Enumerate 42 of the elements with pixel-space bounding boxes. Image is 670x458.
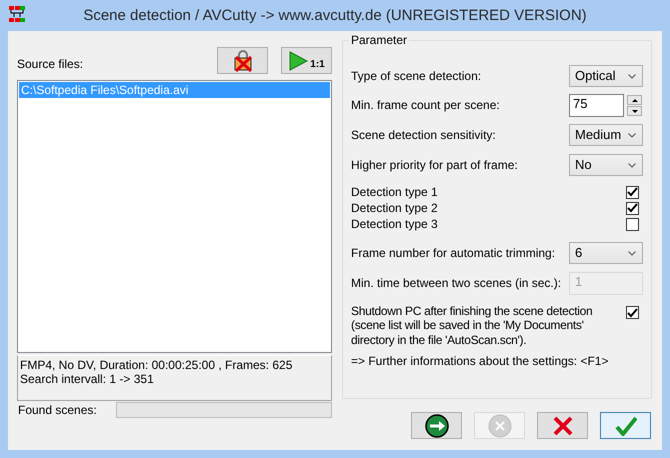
spin-up-button[interactable] (627, 95, 642, 105)
info-text: Search intervall: 1 -> 351 (20, 372, 155, 387)
dropdown[interactable]: No (569, 154, 643, 176)
checkbox[interactable] (626, 186, 639, 198)
parameter-label: Frame number for automatic trimming: (351, 246, 556, 260)
close-button[interactable] (537, 412, 588, 439)
dropdown[interactable]: 6 (569, 242, 643, 264)
parameter-label: Detection type 2 (351, 200, 438, 216)
info-text: FMP4, No DV, Duration: 00:00:25:00 , Frames: 625 (20, 358, 294, 372)
play-button[interactable]: 1:1 (281, 47, 332, 74)
play-icon (288, 50, 308, 70)
checkbox[interactable] (626, 202, 639, 214)
checkbox[interactable] (626, 306, 639, 319)
group-title: Parameter (349, 33, 410, 48)
parameter-label: Scene detection sensitivity: (351, 128, 496, 142)
parameter-label: Higher priority for part of frame: (351, 158, 518, 172)
parameter-label: Detection type 1 (351, 184, 438, 200)
down-arrow-icon (630, 108, 638, 114)
file-delete-icon (232, 50, 254, 72)
start-button[interactable] (411, 412, 462, 439)
cancel-circle-icon (488, 414, 512, 438)
source-files-label: Source files: (17, 56, 84, 71)
checkbox[interactable] (626, 218, 639, 230)
ok-button[interactable] (600, 412, 651, 439)
up-arrow-icon (630, 97, 638, 103)
arrow-circle-icon (424, 414, 448, 438)
parameter-label: Min. time between two scenes (in sec.): (351, 276, 562, 290)
parameter-label: Min. frame count per scene: (351, 98, 500, 113)
close-icon (552, 416, 572, 436)
parameter-label: Shutdown PC after finishing the scene detection (scene list will be saved in the 'My Documents' directory in the file 'AutoScan.scn'). (351, 304, 594, 348)
spin-down-button[interactable] (627, 106, 642, 116)
number-field[interactable]: 75 (569, 94, 624, 117)
dropdown[interactable]: Optical (569, 65, 643, 87)
parameter-label: Detection type 3 (351, 216, 438, 232)
app-icon (8, 5, 26, 23)
help-text: => Further informations about the settings: <F1> (351, 354, 608, 368)
window-title: Scene detection / AVCutty -> www.avcutty.de (UNREGISTERED VERSION) (83, 6, 587, 26)
checkmark-icon (614, 416, 636, 436)
found-scenes-label: Found scenes: (17, 402, 98, 418)
remove-file-button[interactable] (217, 47, 268, 74)
dropdown[interactable]: Medium (569, 124, 643, 146)
parameter-label: Type of scene detection: (351, 68, 482, 84)
